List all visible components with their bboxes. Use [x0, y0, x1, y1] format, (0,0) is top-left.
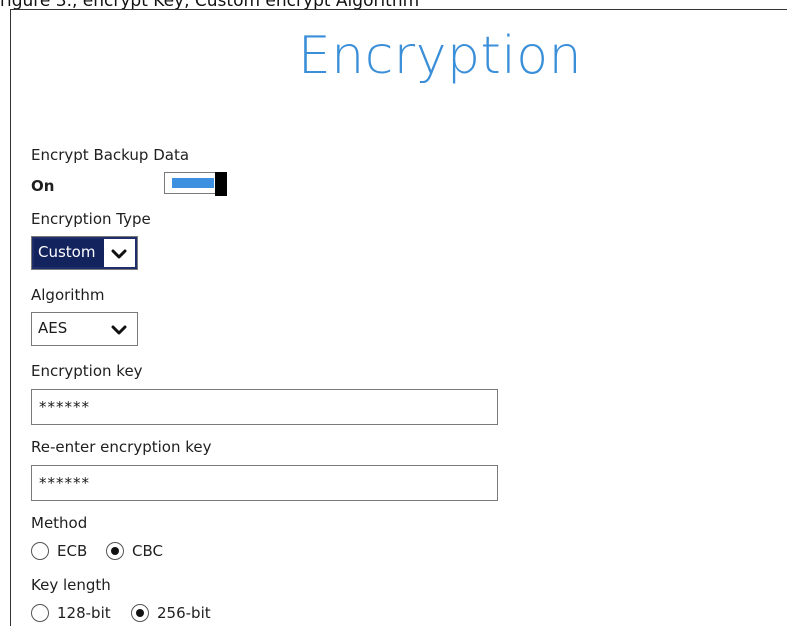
key-length-label: Key length: [31, 576, 111, 594]
reenter-key-label: Re-enter encryption key: [31, 438, 212, 456]
encryption-key-value: ******: [39, 398, 90, 416]
key-length-256-radio[interactable]: [131, 604, 149, 622]
method-ecb-label[interactable]: ECB: [57, 542, 87, 560]
page-title: Encryption: [297, 26, 583, 86]
chevron-down-icon: [111, 249, 127, 259]
reenter-key-value: ******: [39, 474, 90, 492]
encrypt-backup-state: On: [31, 177, 55, 195]
key-length-128-label[interactable]: 128-bit: [57, 604, 111, 622]
encryption-key-label: Encryption key: [31, 362, 143, 380]
algorithm-select[interactable]: AES: [31, 312, 138, 346]
encryption-type-value: Custom: [38, 243, 96, 261]
chevron-down-icon: [111, 325, 127, 335]
encryption-panel: Encryption Encrypt Backup Data On Encryp…: [10, 9, 787, 626]
encryption-type-label: Encryption Type: [31, 210, 151, 228]
toggle-knob[interactable]: [215, 172, 227, 196]
encryption-type-select[interactable]: Custom: [31, 236, 138, 270]
algorithm-label: Algorithm: [31, 286, 105, 304]
encryption-settings-screen: rigure 3., encrypt Key, Custom encrypt A…: [0, 0, 787, 626]
reenter-key-field[interactable]: ******: [31, 465, 498, 501]
key-length-128-radio[interactable]: [31, 604, 49, 622]
method-ecb-radio[interactable]: [31, 542, 49, 560]
algorithm-value: AES: [38, 319, 68, 337]
encrypt-backup-toggle[interactable]: [164, 172, 227, 196]
key-length-256-label[interactable]: 256-bit: [157, 604, 211, 622]
method-cbc-label[interactable]: CBC: [132, 542, 163, 560]
encryption-key-field[interactable]: ******: [31, 389, 498, 425]
method-label: Method: [31, 514, 88, 532]
method-cbc-radio[interactable]: [106, 542, 124, 560]
toggle-track: [172, 178, 214, 188]
encrypt-backup-label: Encrypt Backup Data: [31, 146, 190, 164]
